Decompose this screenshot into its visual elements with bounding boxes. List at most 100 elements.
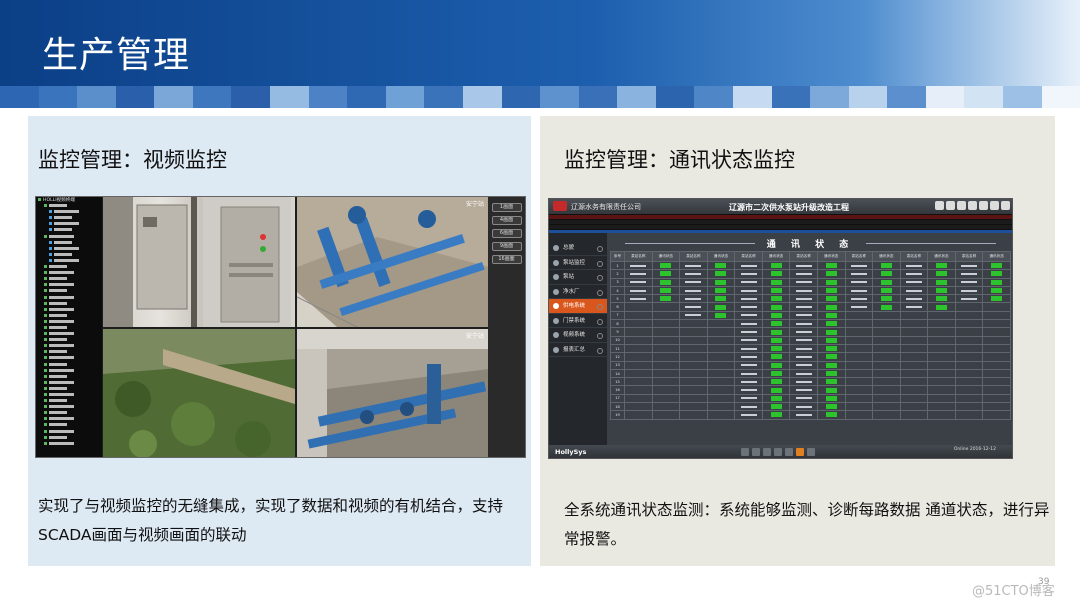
scada-menu-item[interactable]: 泵站监控 xyxy=(549,256,607,270)
scada-menu-item[interactable]: 泵站 xyxy=(549,270,607,285)
tree-item[interactable] xyxy=(38,441,100,448)
print-icon[interactable] xyxy=(807,448,815,456)
tool-icon[interactable] xyxy=(752,448,760,456)
station-name-cell xyxy=(734,327,763,337)
video-monitoring-caption: 实现了与视频监控的无缝集成，实现了数据和视频的有机结合，支持SCADA画面与视频… xyxy=(38,497,504,544)
status-cell xyxy=(816,310,846,321)
layout-button[interactable]: 1画面 xyxy=(491,203,522,212)
status-cell xyxy=(982,327,1011,337)
search-icon[interactable] xyxy=(785,448,793,456)
settings-icon[interactable] xyxy=(979,201,988,210)
station-name-cell xyxy=(899,402,929,412)
stripe-segment xyxy=(732,86,772,108)
station-name-cell xyxy=(954,352,984,362)
station-name-cell xyxy=(789,327,818,337)
status-cell xyxy=(982,343,1011,354)
video-monitoring-heading: 监控管理：视频监控 xyxy=(38,148,227,172)
folder-icon xyxy=(44,356,47,360)
status-cell xyxy=(816,393,846,404)
back-icon[interactable] xyxy=(946,201,955,210)
lock-icon[interactable] xyxy=(968,201,977,210)
table-row: 12 xyxy=(610,352,1011,362)
table-row: 7 xyxy=(610,310,1011,321)
home-icon[interactable] xyxy=(935,201,944,210)
camera-view-2[interactable]: 安宁站 xyxy=(297,197,489,327)
station-name-cell xyxy=(679,410,708,420)
station-name-text xyxy=(961,297,977,300)
camera-view-4[interactable]: 安宁站 xyxy=(297,329,489,457)
zoom-in-icon[interactable] xyxy=(763,448,771,456)
layout-button[interactable]: 16画面 xyxy=(491,255,522,264)
station-name-cell xyxy=(844,402,874,412)
layout-button[interactable]: 4画面 xyxy=(491,216,522,225)
status-cell xyxy=(927,402,956,412)
row-index: 12 xyxy=(610,352,625,362)
station-name-cell xyxy=(899,352,929,362)
scada-menu-item[interactable]: 视频系统 xyxy=(549,328,607,343)
scada-menu-item[interactable]: 门禁系统 xyxy=(549,314,607,328)
station-name-cell xyxy=(734,260,763,271)
zoom-out-icon[interactable] xyxy=(774,448,782,456)
status-cell xyxy=(651,368,681,379)
station-name-cell xyxy=(844,368,874,379)
layout-button[interactable]: 6画面 xyxy=(491,229,522,238)
tool-icon[interactable] xyxy=(741,448,749,456)
layout-button[interactable]: 9画面 xyxy=(491,242,522,251)
scada-menu-item[interactable]: 报表汇总 xyxy=(549,343,607,357)
scada-menu-item[interactable]: 总貌 xyxy=(549,241,607,256)
station-name-cell xyxy=(679,377,708,387)
status-cell xyxy=(872,269,901,279)
row-index: 9 xyxy=(610,327,625,337)
tree-item-text xyxy=(49,265,67,269)
status-cell xyxy=(651,285,681,296)
station-name-text xyxy=(905,306,922,309)
folder-icon xyxy=(38,198,41,201)
status-cell xyxy=(761,310,791,321)
status-ok-indicator xyxy=(935,263,947,269)
camera-view-3[interactable] xyxy=(103,329,295,457)
scada-menu-item[interactable]: 净水厂 xyxy=(549,285,607,299)
row-index: 14 xyxy=(610,368,625,379)
table-row: 10 xyxy=(610,335,1011,345)
station-name-text xyxy=(630,289,647,292)
station-name-text xyxy=(961,272,977,275)
user-icon[interactable] xyxy=(957,201,966,210)
row-index: 3 xyxy=(610,277,625,287)
camera-icon xyxy=(49,228,52,232)
status-ok-indicator xyxy=(660,279,672,285)
status-cell xyxy=(761,402,791,412)
status-ok-indicator xyxy=(825,279,837,285)
table-header-cell: 泵站名称 xyxy=(844,251,874,262)
station-name-cell xyxy=(899,327,929,337)
tree-item-text xyxy=(49,301,67,305)
folder-icon xyxy=(44,319,47,323)
station-name-cell xyxy=(734,402,763,412)
camera-icon xyxy=(49,240,52,244)
status-cell xyxy=(872,294,901,304)
station-name-cell xyxy=(679,402,708,412)
close-icon[interactable] xyxy=(1001,201,1010,210)
company-name: 辽源水务有限责任公司 xyxy=(571,203,641,211)
camera-icon xyxy=(49,246,52,250)
station-name-cell xyxy=(844,377,874,387)
camera-view-1[interactable] xyxy=(103,197,295,327)
comm-status-title: 通 讯 状 态 xyxy=(607,237,1012,250)
status-ok-indicator xyxy=(825,263,837,269)
stripe-segment xyxy=(501,86,541,108)
station-name-cell xyxy=(954,302,984,312)
comm-status-area: 通 讯 状 态 序号 泵站名称 通讯状态 泵站名称 通讯状态 泵站名称 通讯状态 泵站名称 通讯… xyxy=(607,233,1012,445)
camera-label-2: 安宁站 xyxy=(465,201,484,208)
folder-icon xyxy=(44,307,47,311)
station-name-cell xyxy=(734,377,763,387)
station-name-text xyxy=(905,281,922,284)
station-name-cell xyxy=(734,410,763,420)
station-name-cell xyxy=(899,260,929,271)
alarm-icon[interactable] xyxy=(796,448,804,456)
tree-item-text xyxy=(54,216,72,220)
minimize-icon[interactable] xyxy=(990,201,999,210)
station-name-text xyxy=(795,339,812,342)
comm-status-heading: 监控管理：通讯状态监控 xyxy=(564,148,795,172)
status-cell xyxy=(761,260,791,271)
tree-item-text xyxy=(49,325,67,329)
scada-menu-item[interactable]: 供电系统 xyxy=(549,299,607,314)
